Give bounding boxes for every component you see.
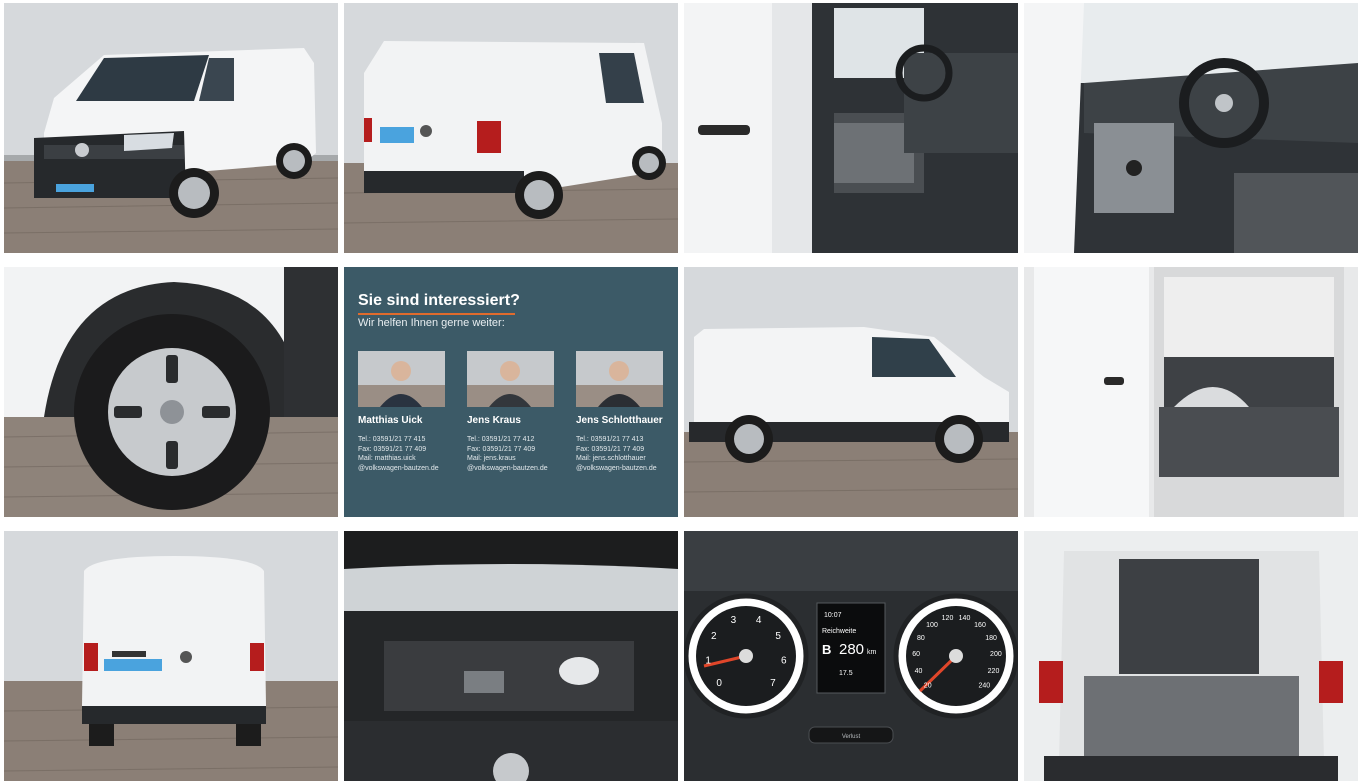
contact-mail[interactable]: Mail: jens.schlotthauer bbox=[576, 454, 676, 464]
gauge-tick-label: 200 bbox=[990, 651, 1002, 658]
van-front-left-image bbox=[4, 3, 338, 253]
photo-rear-cargo[interactable] bbox=[1024, 531, 1358, 781]
photo-rear[interactable] bbox=[4, 531, 338, 781]
avatar bbox=[576, 351, 663, 407]
van-side-image bbox=[684, 267, 1018, 517]
cluster-button-label: Verlust bbox=[842, 734, 861, 740]
contact-card: Sie sind interessiert? Wir helfen Ihnen … bbox=[344, 267, 678, 517]
contact-person-uick: Matthias Uick Tel.: 03591/21 77 415 Fax:… bbox=[358, 351, 458, 473]
cluster-temp: 17.5 bbox=[839, 670, 853, 677]
photo-driver-door[interactable] bbox=[684, 3, 1018, 253]
gauge-tick-label: 60 bbox=[912, 651, 920, 658]
contact-person-kraus: Jens Kraus Tel.: 03591/21 77 412 Fax: 03… bbox=[467, 351, 567, 473]
gauge-tick-label: 6 bbox=[781, 655, 787, 666]
range-value: 280 bbox=[839, 641, 864, 658]
photo-wheel[interactable] bbox=[4, 267, 338, 517]
gauge-tick-label: 0 bbox=[716, 678, 722, 689]
contact-fax: Fax: 03591/21 77 409 bbox=[467, 445, 536, 453]
gauge-tick-label: 3 bbox=[731, 615, 737, 626]
gauge-tick-label: 140 bbox=[959, 615, 971, 622]
cluster-label: Reichweite bbox=[822, 628, 856, 635]
gauge-tick-label: 2 bbox=[711, 631, 717, 642]
cluster-svg: 0 1 2 3 4 5 6 7 2040 60 80100 120 140160 180 200 220 24… bbox=[684, 531, 1018, 781]
contact-tel: Tel.: 03591/21 77 413 bbox=[576, 436, 644, 443]
contact-title: Sie sind interessiert? bbox=[358, 292, 520, 309]
contact-fax: Fax: 03591/21 77 409 bbox=[576, 445, 645, 453]
driver-cab-image bbox=[684, 3, 1018, 253]
contact-domain[interactable]: @volkswagen-bautzen.de bbox=[358, 464, 458, 474]
range-prefix: B bbox=[822, 642, 831, 657]
cluster-time: 10:07 bbox=[824, 612, 842, 619]
gauge-tick-label: 1 bbox=[705, 655, 711, 666]
dashboard-image bbox=[1024, 3, 1358, 253]
contact-person-schlotthauer: Jens Schlotthauer Tel.: 03591/21 77 413 … bbox=[576, 351, 676, 473]
avatar bbox=[358, 351, 445, 407]
gauge-tick-label: 80 bbox=[917, 635, 925, 642]
gauge-tick-label: 40 bbox=[915, 668, 923, 675]
photo-instrument-cluster[interactable]: 0 1 2 3 4 5 6 7 20 40 60 80 100 120 140 160 180 200 220 24… bbox=[684, 531, 1018, 781]
contact-domain[interactable]: @volkswagen-bautzen.de bbox=[467, 464, 567, 474]
photo-side-profile[interactable] bbox=[684, 267, 1018, 517]
contact-name: Matthias Uick bbox=[358, 415, 423, 426]
gauge-tick-label: 120 bbox=[942, 615, 954, 622]
contact-mail[interactable]: Mail: jens.kraus bbox=[467, 454, 567, 464]
range-unit: km bbox=[867, 649, 877, 656]
gauge-tick-label: 4 bbox=[756, 615, 762, 626]
gauge-tick-label: 180 bbox=[985, 635, 997, 642]
contact-fax: Fax: 03591/21 77 409 bbox=[358, 445, 427, 453]
contact-tel: Tel.: 03591/21 77 415 bbox=[358, 436, 426, 443]
gauge-tick-label: 5 bbox=[775, 631, 781, 642]
photo-dashboard[interactable] bbox=[1024, 3, 1358, 253]
contact-mail[interactable]: Mail: matthias.uick bbox=[358, 454, 458, 464]
avatar bbox=[467, 351, 554, 407]
engine-image bbox=[344, 531, 678, 781]
gauge-tick-label: 7 bbox=[770, 678, 776, 689]
photo-rear-left[interactable] bbox=[344, 3, 678, 253]
gauge-tick-label: 160 bbox=[974, 622, 986, 629]
van-rear-left-image bbox=[344, 3, 678, 253]
contact-domain[interactable]: @volkswagen-bautzen.de bbox=[576, 464, 676, 474]
wheel-image bbox=[4, 267, 338, 517]
rear-cargo-image bbox=[1024, 531, 1358, 781]
gauge-tick-label: 20 bbox=[924, 682, 932, 689]
contact-name: Jens Schlotthauer bbox=[576, 415, 663, 426]
contact-name: Jens Kraus bbox=[467, 415, 521, 426]
photo-sliding-door[interactable] bbox=[1024, 267, 1358, 517]
photo-engine-bay[interactable] bbox=[344, 531, 678, 781]
title-underline bbox=[358, 313, 515, 315]
contact-subtitle: Wir helfen Ihnen gerne weiter: bbox=[358, 317, 505, 329]
gauge-tick-label: 100 bbox=[926, 622, 938, 629]
cargo-side-image bbox=[1024, 267, 1358, 517]
van-rear-image bbox=[4, 531, 338, 781]
gauge-tick-label: 220 bbox=[988, 668, 1000, 675]
contact-tel: Tel.: 03591/21 77 412 bbox=[467, 436, 535, 443]
gauge-tick-label: 240 bbox=[978, 682, 990, 689]
photo-front-left[interactable] bbox=[4, 3, 338, 253]
